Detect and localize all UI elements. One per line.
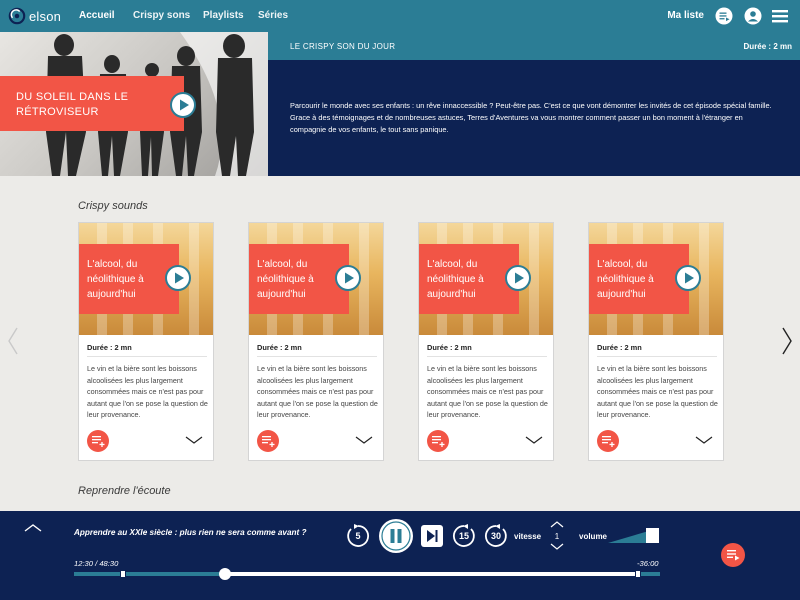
card-play-button[interactable] — [335, 265, 361, 291]
crispy-card[interactable]: L'alcool, du néolithique à aujourd'hui D… — [588, 222, 724, 461]
volume-slider[interactable] — [608, 527, 660, 544]
time-elapsed: 12:30 / 48:30 — [74, 559, 119, 568]
speed-label: vitesse — [514, 532, 542, 541]
card-description: Le vin et la bière sont les boissons alc… — [87, 364, 208, 419]
card-divider — [597, 356, 717, 357]
chevron-down-icon[interactable] — [185, 435, 203, 445]
card-play-button[interactable] — [675, 265, 701, 291]
carousel-prev-arrow[interactable] — [7, 326, 19, 356]
card-duration: Durée : 2 mn — [87, 343, 132, 352]
add-to-list-icon[interactable] — [87, 430, 109, 452]
playlist-queue-icon[interactable] — [721, 543, 745, 567]
hero-title[interactable]: DU SOLEIL DANS LE RÉTROVISEUR — [16, 90, 136, 120]
card-duration: Durée : 2 mn — [257, 343, 302, 352]
card-description: Le vin et la bière sont les boissons alc… — [597, 364, 718, 419]
playlist-icon[interactable] — [715, 7, 733, 25]
card-title[interactable]: L'alcool, du néolithique à aujourd'hui — [427, 257, 513, 302]
pause-button[interactable] — [378, 518, 414, 554]
time-remaining: -36:00 — [637, 559, 659, 568]
logo[interactable]: elson — [8, 7, 61, 25]
hero-description: Parcourir le monde avec ses enfants : un… — [290, 101, 772, 134]
speed-up-chevron-icon[interactable] — [550, 520, 564, 528]
skip-next-icon[interactable] — [420, 524, 444, 548]
add-to-list-icon[interactable] — [597, 430, 619, 452]
volume-label: volume — [579, 532, 608, 541]
progress-fill — [74, 572, 225, 576]
crispy-card[interactable]: L'alcool, du néolithique à aujourd'hui D… — [418, 222, 554, 461]
buffer-marker — [120, 570, 126, 578]
rewind-seconds: 5 — [355, 531, 361, 541]
forward-15-label: 15 — [458, 531, 469, 541]
section-title-crispy-sounds: Crispy sounds — [78, 200, 148, 212]
ma-liste-link[interactable]: Ma liste — [667, 10, 704, 21]
speed-value: 1 — [554, 532, 560, 541]
section-title-reprendre: Reprendre l'écoute — [78, 485, 171, 497]
card-description: Le vin et la bière sont les boissons alc… — [427, 364, 548, 419]
chevron-up-icon[interactable] — [24, 523, 42, 533]
nav-link-crispy-sons[interactable]: Crispy sons — [133, 10, 190, 21]
player-track-title: Apprendre au XXIe siècle : plus rien ne … — [74, 528, 307, 537]
card-play-button[interactable] — [505, 265, 531, 291]
menu-icon[interactable] — [771, 7, 789, 25]
card-divider — [427, 356, 547, 357]
card-title[interactable]: L'alcool, du néolithique à aujourd'hui — [597, 257, 683, 302]
card-divider — [87, 356, 207, 357]
chevron-down-icon[interactable] — [355, 435, 373, 445]
chevron-down-icon[interactable] — [695, 435, 713, 445]
speed-down-chevron-icon[interactable] — [550, 543, 564, 551]
card-duration: Durée : 2 mn — [597, 343, 642, 352]
card-duration: Durée : 2 mn — [427, 343, 472, 352]
end-marker — [635, 570, 641, 578]
crispy-card[interactable]: L'alcool, du néolithique à aujourd'hui D… — [248, 222, 384, 461]
logo-text: elson — [29, 8, 62, 24]
crispy-card[interactable]: L'alcool, du néolithique à aujourd'hui D… — [78, 222, 214, 461]
nav-link-playlists[interactable]: Playlists — [203, 10, 244, 21]
forward-30-label: 30 — [490, 531, 501, 541]
user-icon[interactable] — [744, 7, 762, 25]
nav-link-accueil[interactable]: Accueil — [79, 10, 115, 21]
card-description: Le vin et la bière sont les boissons alc… — [257, 364, 378, 419]
card-divider — [257, 356, 377, 357]
hero-duration: Durée : 2 mn — [743, 42, 792, 51]
progress-thumb[interactable] — [219, 568, 231, 580]
add-to-list-icon[interactable] — [257, 430, 279, 452]
chevron-down-icon[interactable] — [525, 435, 543, 445]
add-to-list-icon[interactable] — [427, 430, 449, 452]
elson-logo-icon — [8, 7, 26, 25]
hero-section-label: LE CRISPY SON DU JOUR — [290, 42, 396, 51]
card-title[interactable]: L'alcool, du néolithique à aujourd'hui — [257, 257, 343, 302]
card-title[interactable]: L'alcool, du néolithique à aujourd'hui — [87, 257, 173, 302]
hero-play-button[interactable] — [170, 92, 196, 118]
nav-link-series[interactable]: Séries — [258, 10, 288, 21]
card-play-button[interactable] — [165, 265, 191, 291]
carousel-next-arrow[interactable] — [781, 326, 793, 356]
